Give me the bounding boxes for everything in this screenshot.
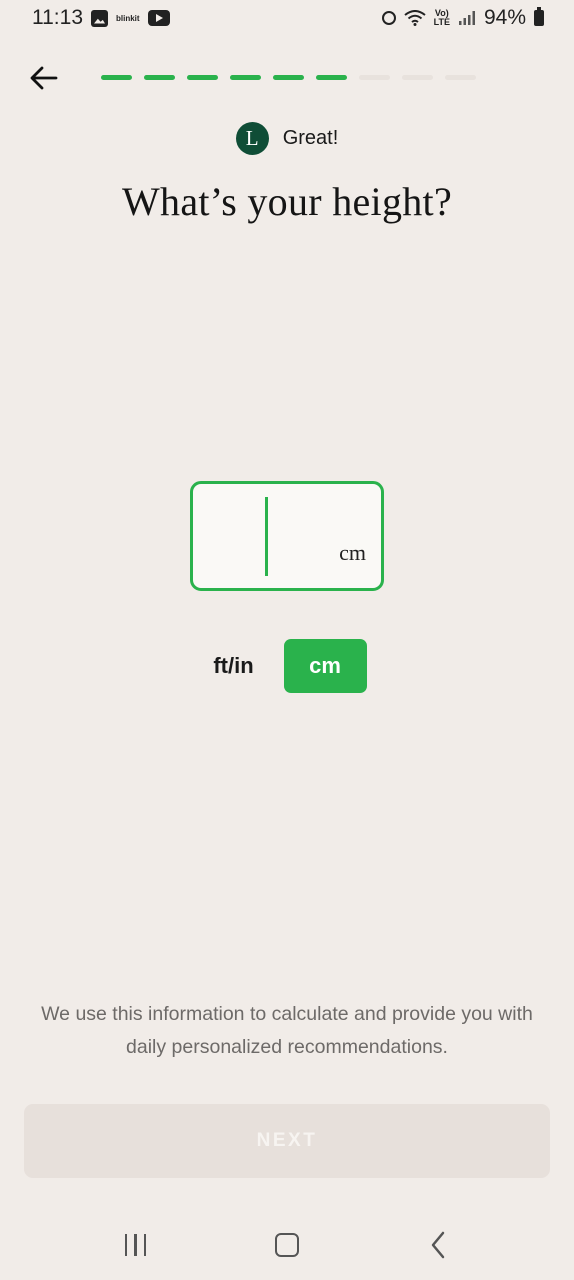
coach-message: L Great! (0, 122, 574, 155)
progress-segment (316, 75, 347, 80)
arrow-left-icon (30, 66, 58, 90)
battery-percent: 94% (483, 6, 526, 29)
signal-icon (458, 10, 476, 26)
next-button[interactable]: NEXT (24, 1104, 550, 1178)
youtube-notification-icon (147, 10, 170, 26)
chevron-left-icon (432, 1231, 445, 1259)
gallery-notification-icon (91, 9, 108, 27)
progress-segment (273, 75, 304, 80)
progress-indicator (101, 75, 476, 80)
page-title: What’s your height? (121, 179, 453, 224)
back-button[interactable] (24, 58, 64, 98)
progress-segment (445, 75, 476, 80)
progress-segment (187, 75, 218, 80)
height-input[interactable]: cm (190, 481, 384, 591)
unit-label: cm (339, 540, 366, 565)
progress-segment (359, 75, 390, 80)
wifi-icon (404, 10, 426, 26)
volte-icon: Vo) LTE (433, 8, 450, 27)
home-icon (274, 1233, 299, 1257)
status-bar: 11:13 blinkit Vo) LTE 94% (0, 0, 574, 36)
unit-toggle: ft/in cm (0, 639, 574, 693)
coach-message-text: Great! (282, 127, 339, 149)
text-caret (265, 497, 268, 576)
progress-segment (402, 75, 433, 80)
alarm-icon (381, 11, 396, 25)
system-back-button[interactable] (408, 1220, 468, 1270)
info-text: We use this information to calculate and… (41, 1003, 533, 1058)
unit-option-cm[interactable]: cm (283, 639, 367, 693)
recents-button[interactable] (106, 1220, 166, 1270)
recents-icon (124, 1234, 147, 1256)
status-right: Vo) LTE 94% (381, 6, 544, 30)
coach-avatar: L (235, 122, 269, 155)
progress-segment (101, 75, 132, 80)
status-time: 11:13 (32, 6, 83, 29)
status-left: 11:13 blinkit (32, 6, 170, 30)
battery-icon (534, 7, 544, 26)
home-button[interactable] (257, 1220, 317, 1270)
unit-option-ft-in[interactable]: ft/in (208, 639, 260, 693)
blinkit-notification-icon: blinkit (116, 13, 140, 23)
progress-segment (144, 75, 175, 80)
system-nav-bar (0, 1210, 574, 1280)
progress-segment (230, 75, 261, 80)
